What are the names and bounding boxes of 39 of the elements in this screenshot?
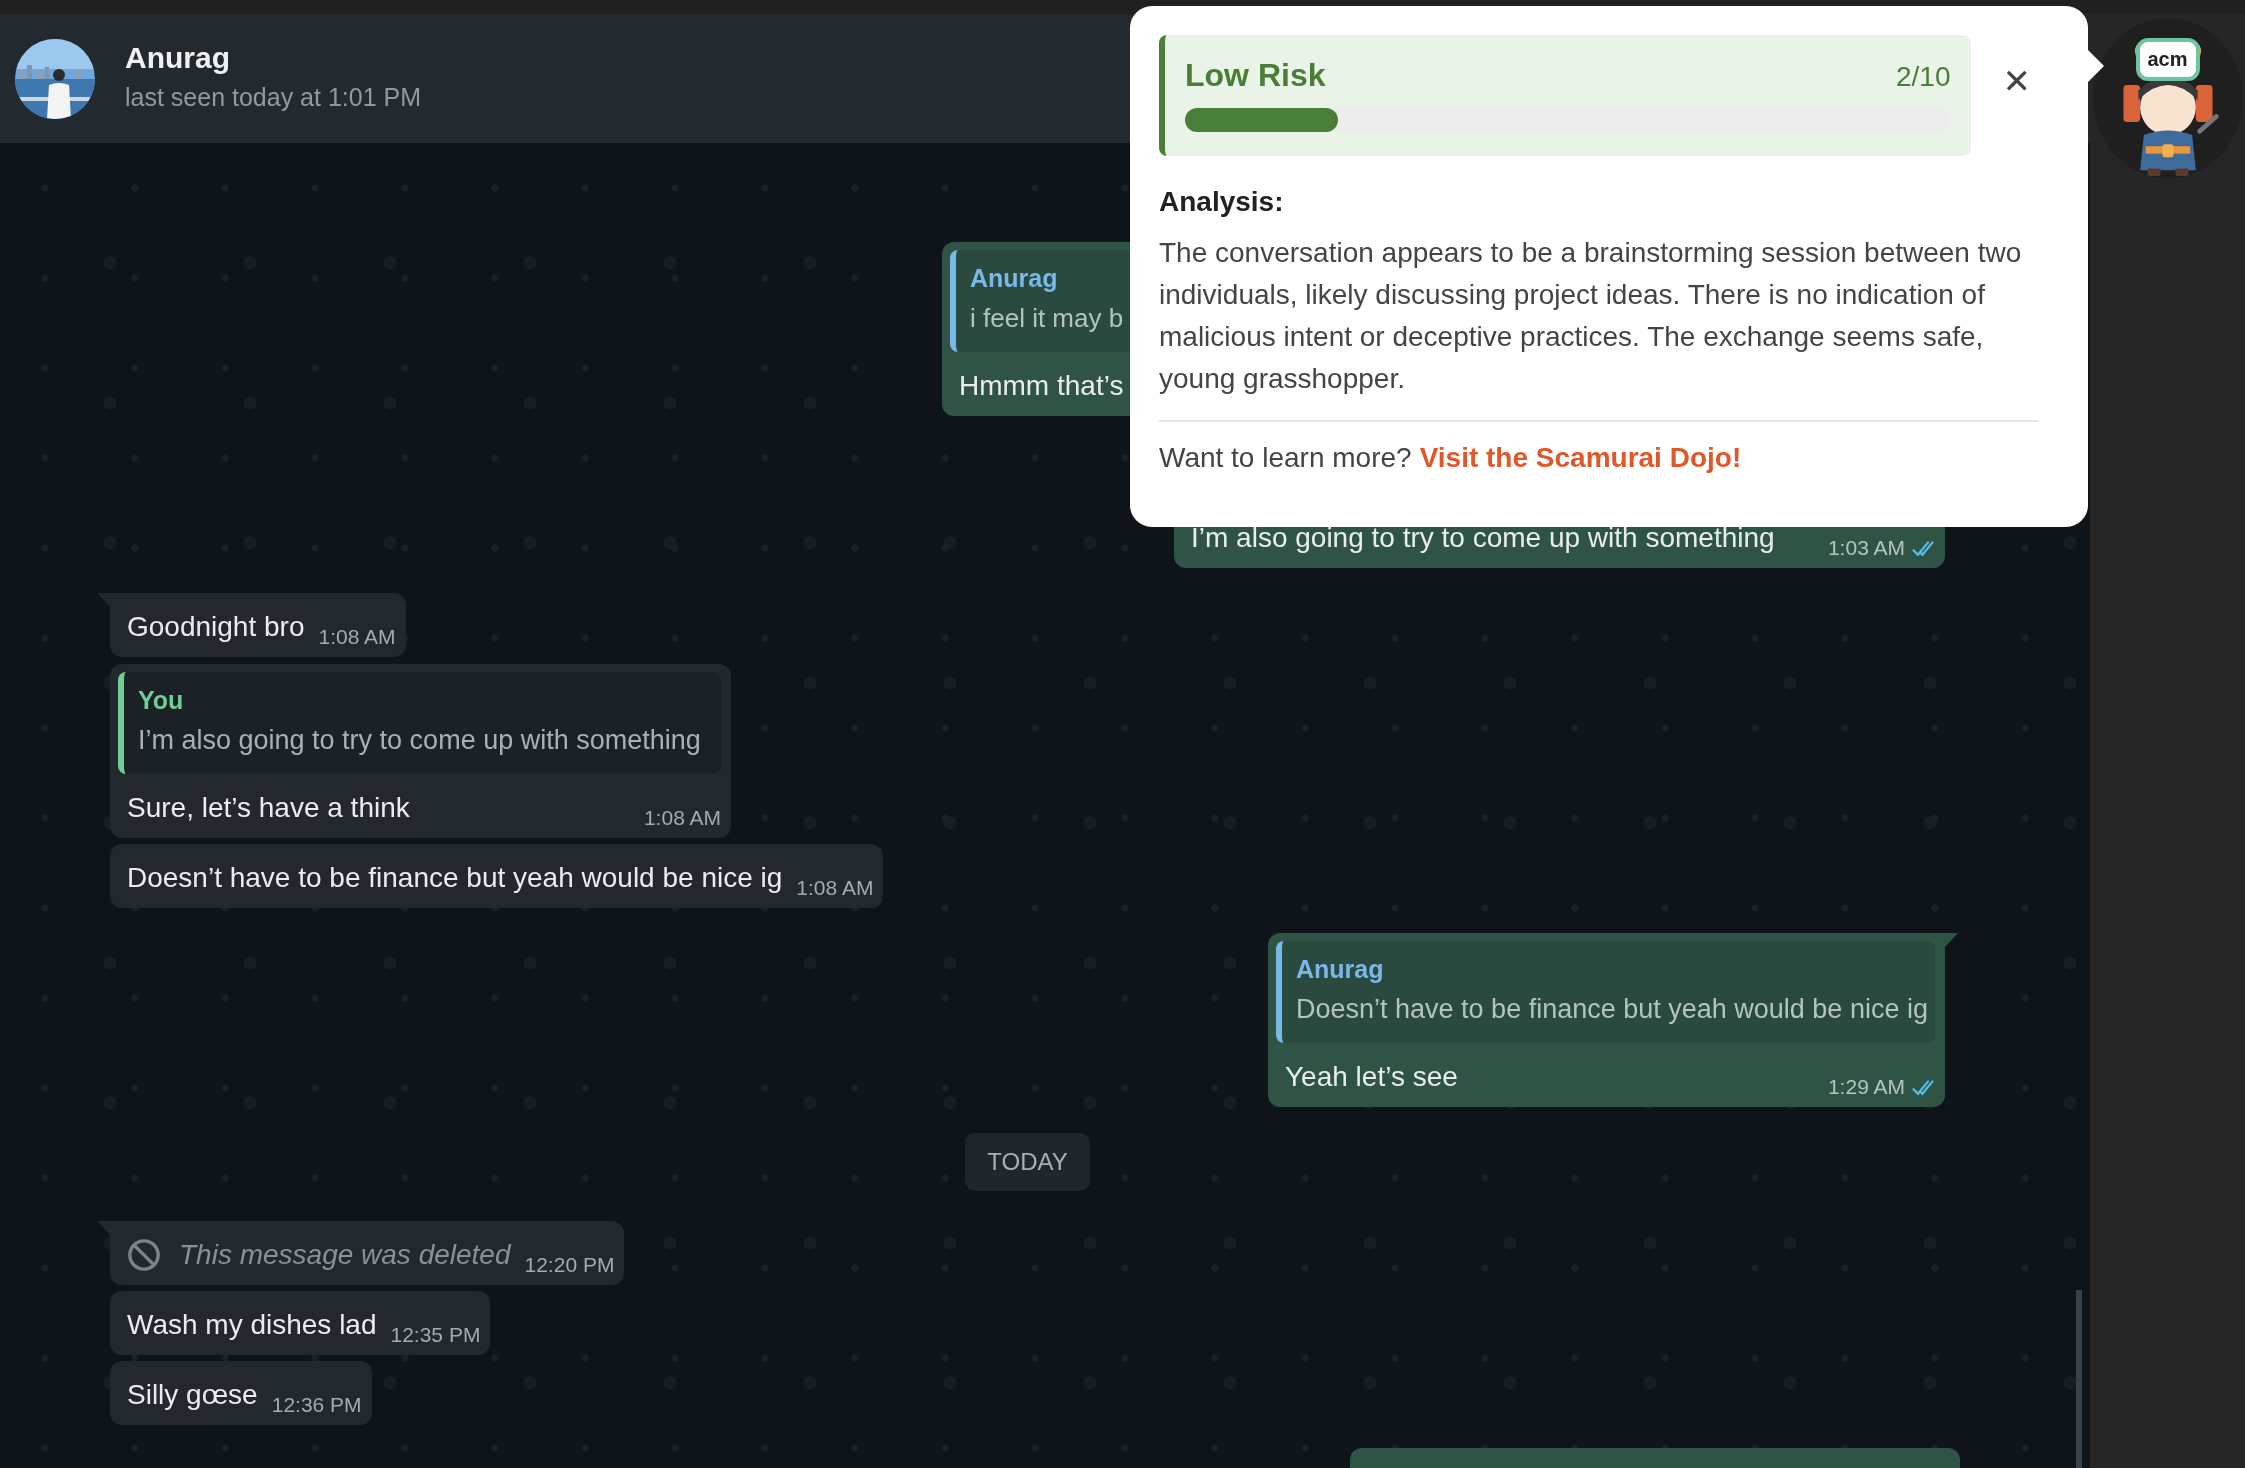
message-text: Doesn’t have to be finance but yeah would be nice ig	[127, 861, 783, 895]
message-time: 12:35 PM	[390, 1323, 481, 1347]
quote-author: Anurag	[1296, 955, 1384, 984]
message-time: 1:08 AM	[796, 876, 874, 900]
message-text: I’m also going to try to come up with something	[1191, 521, 1775, 555]
message-text: This message was deleted	[179, 1238, 511, 1272]
quoted-message[interactable]: You I’m also going to try to come up with something	[118, 672, 721, 774]
risk-label: Low Risk	[1185, 57, 1326, 94]
message-time: 12:36 PM	[271, 1393, 362, 1417]
message-time: 1:08 AM	[318, 625, 396, 649]
scrollbar[interactable]	[2076, 1290, 2082, 1468]
last-seen-text: last seen today at 1:01 PM	[125, 83, 421, 112]
contact-name: Anurag	[125, 41, 231, 75]
message-time: 1:08 AM	[643, 806, 721, 830]
analysis-heading: Analysis:	[1159, 186, 1285, 218]
message-time: 1:03 AM	[1827, 536, 1905, 560]
blocked-icon	[127, 1238, 161, 1272]
message-text: Sure, let’s have a think	[127, 791, 410, 825]
dojo-link[interactable]: Visit the Scamurai Dojo!	[1419, 442, 1742, 474]
quoted-message[interactable]: Anurag Doesn’t have to be finance but yeah would be nice ig	[1276, 941, 1935, 1043]
message-text: Yeah let’s see	[1285, 1060, 1458, 1094]
risk-score: 2/10	[1896, 61, 1951, 93]
message-text: Silly gœse	[127, 1378, 258, 1412]
quote-author: You	[138, 686, 184, 715]
message-time: 12:20 PM	[524, 1253, 615, 1277]
mascot-button[interactable]: acm	[2092, 18, 2243, 178]
message-time: 1:29 AM	[1827, 1075, 1905, 1099]
close-button[interactable]: ✕	[1994, 61, 2039, 101]
analysis-text: The conversation appears to be a brainstorming session between two individuals, likely discussing project ideas. There is no indication of malicious intent or deceptive practices. The exchange seems safe, young grasshopper.	[1159, 236, 2023, 396]
date-label: TODAY	[965, 1133, 1090, 1191]
quote-text: I’m also going to try to come up with something	[138, 725, 701, 756]
message-text: Wash my dishes lad	[127, 1308, 377, 1342]
quote-author: Anurag	[970, 264, 1058, 293]
message-text: Hmmm that’s	[959, 369, 1124, 403]
logo-badge: acm	[2135, 38, 2200, 81]
quote-text: i feel it may b	[970, 303, 1124, 334]
message-text: Goodnight bro	[127, 610, 305, 644]
quote-text: Doesn’t have to be finance but yeah would be nice ig	[1296, 994, 1928, 1025]
footer-text: Want to learn more?	[1159, 442, 1412, 474]
